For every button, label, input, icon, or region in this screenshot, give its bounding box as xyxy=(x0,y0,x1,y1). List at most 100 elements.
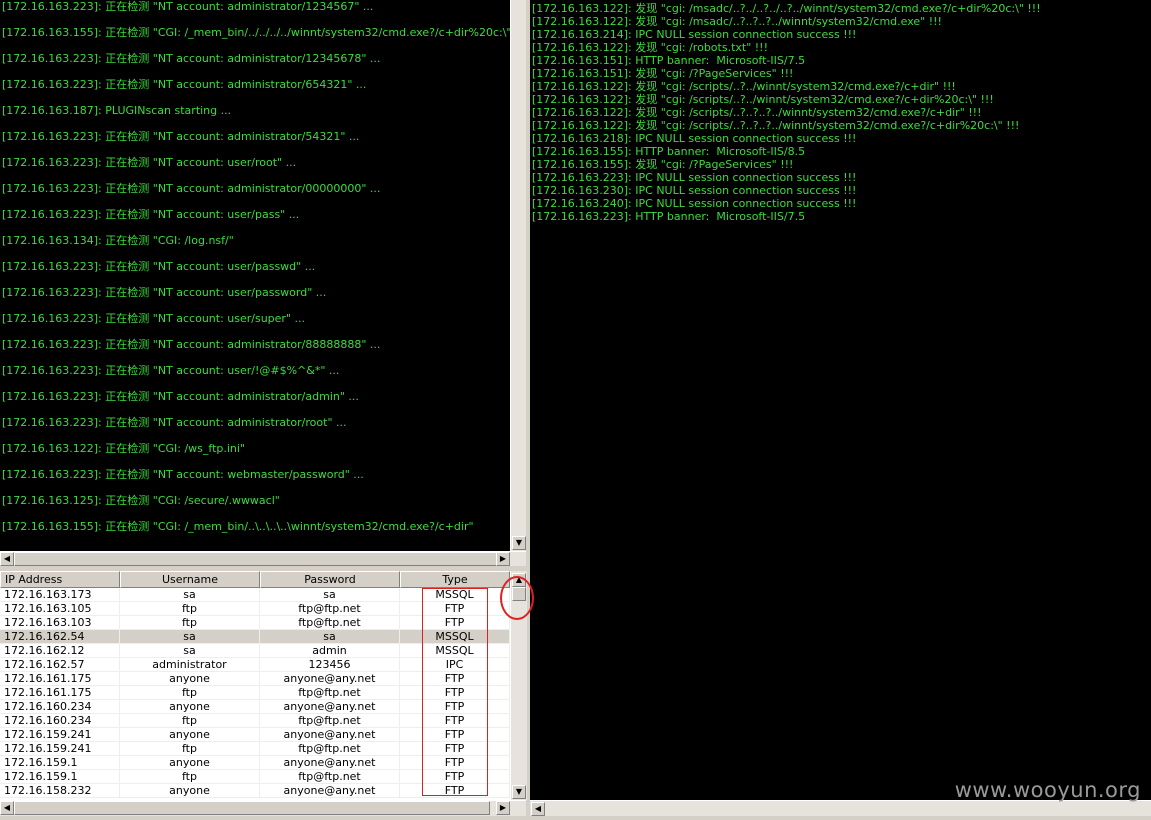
cell-password: sa xyxy=(260,630,400,644)
cell-ip: 172.16.159.241 xyxy=(0,728,120,742)
finding-line: [172.16.163.122]: 发现 "cgi: /msadc/..?../… xyxy=(532,2,1041,15)
column-header-password[interactable]: Password xyxy=(260,571,400,588)
scroll-thumb[interactable] xyxy=(14,552,502,566)
finding-line: [172.16.163.218]: IPC NULL session conne… xyxy=(532,132,857,145)
log-line: [172.16.163.223]: 正在检测 "NT account: user… xyxy=(2,312,306,325)
cell-password: ftp@ftp.net xyxy=(260,602,400,616)
cell-password: 123456 xyxy=(260,658,400,672)
log-line: [172.16.163.223]: 正在检测 "NT account: user… xyxy=(2,260,316,273)
log-line: [172.16.163.223]: 正在检测 "NT account: user… xyxy=(2,208,300,221)
arrow-left-icon: ◀ xyxy=(3,803,11,812)
finding-line: [172.16.163.122]: 发现 "cgi: /scripts/..?.… xyxy=(532,106,982,119)
finding-line: [172.16.163.214]: IPC NULL session conne… xyxy=(532,28,857,41)
cell-username: anyone xyxy=(120,700,260,714)
cell-ip: 172.16.163.173 xyxy=(0,588,120,602)
finding-line: [172.16.163.122]: 发现 "cgi: /scripts/..?.… xyxy=(532,80,956,93)
cell-ip: 172.16.161.175 xyxy=(0,686,120,700)
finding-line: [172.16.163.223]: IPC NULL session conne… xyxy=(532,171,857,184)
scan-progress-log[interactable]: [172.16.163.223]: 正在检测 "NT account: admi… xyxy=(0,0,510,551)
cell-username: anyone xyxy=(120,784,260,798)
arrow-down-icon: ▼ xyxy=(515,538,523,547)
cell-username: anyone xyxy=(120,672,260,686)
finding-line: [172.16.163.122]: 发现 "cgi: /scripts/..?.… xyxy=(532,119,1020,132)
cell-password: anyone@any.net xyxy=(260,728,400,742)
cell-ip: 172.16.162.12 xyxy=(0,644,120,658)
finding-line: [172.16.163.122]: 发现 "cgi: /robots.txt" … xyxy=(532,41,768,54)
cell-ip: 172.16.159.1 xyxy=(0,756,120,770)
cell-ip: 172.16.159.1 xyxy=(0,770,120,784)
scroll-thumb[interactable] xyxy=(14,801,490,815)
cell-username: anyone xyxy=(120,756,260,770)
finding-line: [172.16.163.155]: 发现 "cgi: /?PageService… xyxy=(532,158,794,171)
scroll-left-button[interactable]: ◀ xyxy=(0,801,14,815)
table-header: IP Address Username Password Type xyxy=(0,571,510,588)
log-line: [172.16.163.223]: 正在检测 "NT account: admi… xyxy=(2,52,381,65)
cell-password: anyone@any.net xyxy=(260,700,400,714)
cell-password: ftp@ftp.net xyxy=(260,770,400,784)
cell-username: ftp xyxy=(120,686,260,700)
cell-ip: 172.16.161.175 xyxy=(0,672,120,686)
left-log-horizontal-scrollbar[interactable]: ◀ ▶ xyxy=(0,551,526,567)
cell-username: sa xyxy=(120,588,260,602)
cell-username: ftp xyxy=(120,742,260,756)
cell-username: ftp xyxy=(120,616,260,630)
cell-password: ftp@ftp.net xyxy=(260,714,400,728)
scroll-down-button[interactable]: ▼ xyxy=(512,785,526,799)
column-header-ip[interactable]: IP Address xyxy=(0,571,120,588)
finding-line: [172.16.163.122]: 发现 "cgi: /scripts/..?.… xyxy=(532,93,994,106)
arrow-down-icon: ▼ xyxy=(515,787,523,796)
finding-line: [172.16.163.230]: IPC NULL session conne… xyxy=(532,184,857,197)
cell-ip: 172.16.163.105 xyxy=(0,602,120,616)
log-line: [172.16.163.223]: 正在检测 "NT account: admi… xyxy=(2,416,347,429)
scroll-left-button[interactable]: ◀ xyxy=(531,802,545,816)
scroll-right-button[interactable]: ▶ xyxy=(496,552,510,566)
cell-ip: 172.16.163.103 xyxy=(0,616,120,630)
scroll-down-button[interactable]: ▼ xyxy=(512,536,526,550)
findings-log-horizontal-scrollbar[interactable]: ◀ xyxy=(530,800,1151,817)
cell-username: ftp xyxy=(120,602,260,616)
left-log-vertical-scrollbar[interactable]: ▼ xyxy=(510,0,527,551)
log-line: [172.16.163.155]: 正在检测 "CGI: /_mem_bin/.… xyxy=(2,26,510,39)
annotation-highlight-scrollbar xyxy=(500,576,534,620)
cell-username: ftp xyxy=(120,770,260,784)
log-line: [172.16.163.223]: 正在检测 "NT account: admi… xyxy=(2,0,374,13)
log-line: [172.16.163.223]: 正在检测 "NT account: admi… xyxy=(2,130,360,143)
column-header-username[interactable]: Username xyxy=(120,571,260,588)
scroll-right-button[interactable]: ▶ xyxy=(496,801,510,815)
log-line: [172.16.163.134]: 正在检测 "CGI: /log.nsf/" xyxy=(2,234,234,247)
cell-username: anyone xyxy=(120,728,260,742)
cell-password: ftp@ftp.net xyxy=(260,686,400,700)
cell-password: ftp@ftp.net xyxy=(260,742,400,756)
column-header-type[interactable]: Type xyxy=(400,571,510,588)
finding-line: [172.16.163.122]: 发现 "cgi: /msadc/..?..?… xyxy=(532,15,942,28)
finding-line: [172.16.163.155]: HTTP banner: Microsoft… xyxy=(532,145,806,158)
findings-log[interactable]: [172.16.163.122]: 发现 "cgi: /msadc/..?../… xyxy=(530,0,1151,800)
table-horizontal-scrollbar[interactable]: ◀ ▶ xyxy=(0,800,526,816)
log-line: [172.16.163.223]: 正在检测 "NT account: user… xyxy=(2,364,340,377)
cell-password: sa xyxy=(260,588,400,602)
log-line: [172.16.163.223]: 正在检测 "NT account: admi… xyxy=(2,182,381,195)
cell-username: sa xyxy=(120,630,260,644)
log-line: [172.16.163.223]: 正在检测 "NT account: user… xyxy=(2,286,327,299)
cell-password: anyone@any.net xyxy=(260,672,400,686)
scroll-left-button[interactable]: ◀ xyxy=(0,552,14,566)
cell-username: administrator xyxy=(120,658,260,672)
log-line: [172.16.163.187]: PLUGINscan starting ..… xyxy=(2,104,232,117)
horizontal-splitter[interactable] xyxy=(0,566,526,570)
cell-ip: 172.16.160.234 xyxy=(0,700,120,714)
finding-line: [172.16.163.151]: HTTP banner: Microsoft… xyxy=(532,54,806,67)
cell-ip: 172.16.160.234 xyxy=(0,714,120,728)
log-line: [172.16.163.223]: 正在检测 "NT account: webm… xyxy=(2,468,364,481)
cell-ip: 172.16.162.54 xyxy=(0,630,120,644)
cell-ip: 172.16.158.232 xyxy=(0,784,120,798)
arrow-right-icon: ▶ xyxy=(499,554,507,563)
cell-password: admin xyxy=(260,644,400,658)
arrow-right-icon: ▶ xyxy=(499,803,507,812)
log-line: [172.16.163.223]: 正在检测 "NT account: user… xyxy=(2,156,297,169)
log-line: [172.16.163.155]: 正在检测 "CGI: /_mem_bin/.… xyxy=(2,520,474,533)
log-line: [172.16.163.223]: 正在检测 "NT account: admi… xyxy=(2,338,381,351)
log-line: [172.16.163.223]: 正在检测 "NT account: admi… xyxy=(2,390,359,403)
cell-ip: 172.16.162.57 xyxy=(0,658,120,672)
log-line: [172.16.163.122]: 正在检测 "CGI: /ws_ftp.ini… xyxy=(2,442,246,455)
finding-line: [172.16.163.151]: 发现 "cgi: /?PageService… xyxy=(532,67,794,80)
